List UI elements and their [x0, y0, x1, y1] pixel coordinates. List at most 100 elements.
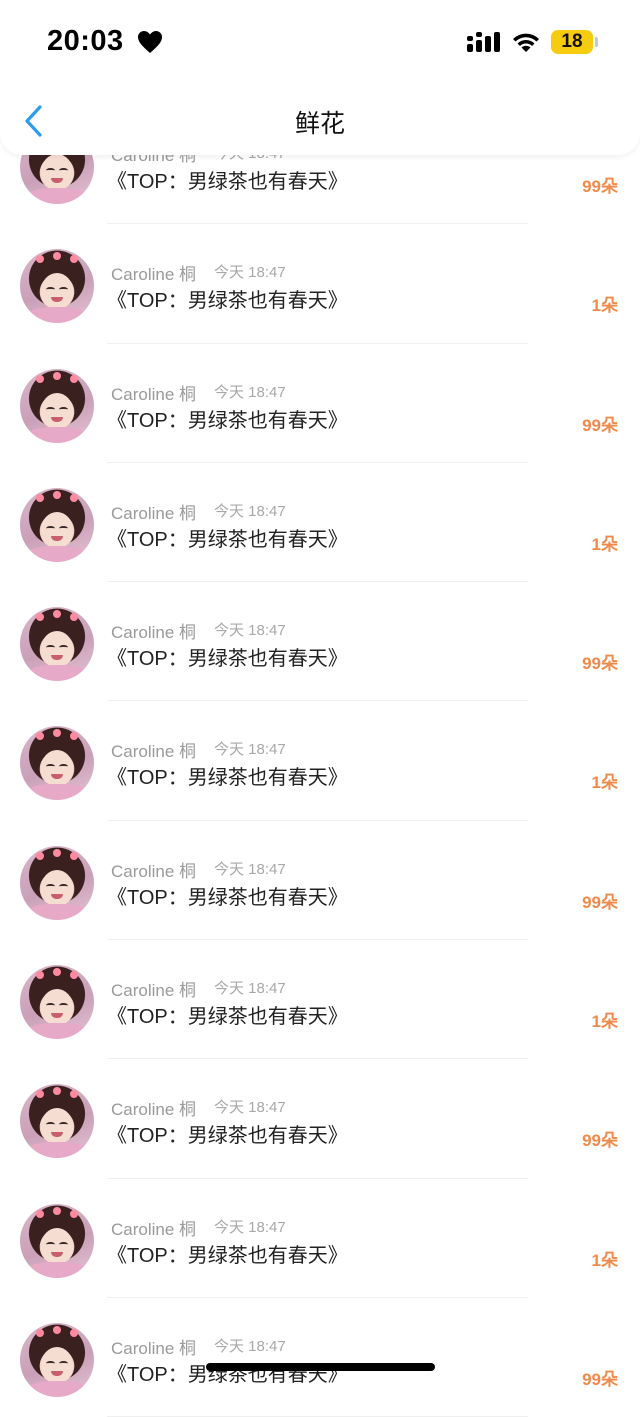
- signal-icon: [467, 32, 500, 52]
- flower-count: 1朵: [591, 773, 618, 793]
- heart-decoration: [70, 971, 78, 980]
- heart-decoration: [70, 1209, 78, 1218]
- user-name[interactable]: Caroline 桐: [111, 1334, 196, 1359]
- avatar-eye: [59, 645, 68, 650]
- avatar[interactable]: [20, 607, 94, 682]
- avatar-shirt: [26, 665, 88, 682]
- list-item[interactable]: Caroline 桐 今天 18:47 《TOP：男绿茶也有春天》 99朵: [0, 344, 640, 463]
- flower-count: 1朵: [591, 1250, 618, 1270]
- list-item[interactable]: Caroline 桐 今天 18:47 《TOP：男绿茶也有春天》 1朵: [0, 463, 640, 583]
- flower-count: 99朵: [582, 177, 618, 196]
- avatar-eye: [59, 883, 68, 889]
- heart-decoration: [70, 732, 78, 741]
- list-item[interactable]: Caroline 桐 今天 18:47 《TOP：男绿茶也有春天》 1朵: [0, 224, 640, 344]
- user-name[interactable]: Caroline 桐: [111, 1095, 196, 1120]
- user-name[interactable]: Caroline 桐: [111, 618, 196, 643]
- avatar[interactable]: [20, 1322, 94, 1397]
- avatar-eye: [46, 168, 55, 173]
- avatar-eye: [59, 525, 68, 531]
- heart-decoration: [70, 1090, 78, 1099]
- avatar-mouth: [51, 1132, 63, 1138]
- avatar-face: [41, 1346, 73, 1383]
- avatar-shirt: [26, 1380, 88, 1397]
- user-name[interactable]: Caroline 桐: [111, 260, 196, 285]
- avatar-mouth: [51, 774, 63, 780]
- user-name[interactable]: Caroline 桐: [111, 380, 196, 405]
- avatar-eye: [46, 1003, 55, 1008]
- user-name[interactable]: Caroline 桐: [111, 737, 196, 762]
- avatar[interactable]: [20, 726, 94, 801]
- avatar-face: [41, 392, 73, 429]
- flower-count: 1朵: [591, 1012, 618, 1032]
- flower-count: 1朵: [591, 534, 618, 554]
- avatar[interactable]: [20, 1084, 94, 1159]
- user-name[interactable]: Caroline 桐: [111, 976, 196, 1001]
- heart-icon: [138, 31, 162, 53]
- list-item[interactable]: Caroline 桐 今天 18:47 《TOP：男绿茶也有春天》 99朵: [0, 1298, 640, 1417]
- avatar[interactable]: [20, 487, 94, 562]
- avatar-eye: [46, 1122, 55, 1127]
- heart-decoration: [36, 255, 44, 264]
- work-title: 《TOP：男绿茶也有春天》: [107, 767, 348, 790]
- avatar-eye: [46, 645, 55, 650]
- status-time: 20:03: [47, 25, 124, 57]
- avatar-face: [41, 631, 73, 668]
- heart-decoration: [53, 968, 61, 977]
- user-name[interactable]: Caroline 桐: [111, 499, 196, 524]
- avatar-mouth: [51, 535, 63, 541]
- avatar[interactable]: [20, 368, 94, 443]
- heart-decoration: [36, 1090, 44, 1099]
- wifi-icon: [513, 33, 539, 52]
- heart-decoration: [53, 252, 61, 261]
- avatar-eye: [46, 883, 55, 889]
- list-item[interactable]: Caroline 桐 今天 18:47 《TOP：男绿茶也有春天》 1朵: [0, 940, 640, 1060]
- avatar-mouth: [51, 1370, 63, 1376]
- heart-decoration: [36, 613, 44, 622]
- work-title: 《TOP：男绿茶也有春天》: [107, 171, 348, 193]
- nav-bar: 鲜花: [0, 88, 640, 155]
- list-item[interactable]: Caroline 桐 今天 18:47 《TOP：男绿茶也有春天》 1朵: [0, 701, 640, 821]
- avatar[interactable]: [20, 965, 94, 1040]
- avatar-mouth: [51, 178, 63, 183]
- avatar[interactable]: [20, 1203, 94, 1278]
- heart-decoration: [36, 851, 44, 860]
- heart-decoration: [53, 610, 61, 619]
- heart-decoration: [36, 493, 44, 502]
- list-item[interactable]: Caroline 桐 今天 18:47 《TOP：男绿茶也有春天》 99朵: [0, 582, 640, 702]
- list-item[interactable]: Caroline 桐 今天 18:47 《TOP：男绿茶也有春天》 1朵: [0, 1179, 640, 1298]
- avatar-face: [41, 154, 73, 190]
- avatar-shirt: [26, 903, 88, 920]
- avatar[interactable]: [20, 845, 94, 920]
- user-name[interactable]: Caroline 桐: [111, 857, 196, 882]
- heart-decoration: [70, 493, 78, 502]
- flower-list: Caroline 桐 今天 18:47 《TOP：男绿茶也有春天》 99朵 Ca…: [0, 105, 640, 1417]
- avatar-face: [41, 869, 73, 906]
- avatar-shirt: [26, 188, 88, 204]
- work-title: 《TOP：男绿茶也有春天》: [107, 1006, 348, 1029]
- avatar-mouth: [51, 1013, 63, 1019]
- heart-decoration: [70, 374, 78, 383]
- avatar[interactable]: [20, 249, 94, 324]
- timestamp: 今天 18:47: [214, 502, 286, 520]
- avatar-eye: [46, 1360, 55, 1366]
- avatar-face: [41, 1227, 73, 1264]
- page-title: 鲜花: [294, 110, 345, 138]
- avatar-eye: [46, 764, 55, 769]
- heart-decoration: [70, 851, 78, 860]
- avatar-face: [41, 273, 73, 310]
- battery-cap: [595, 37, 598, 47]
- battery-icon: 18: [551, 30, 593, 54]
- work-title: 《TOP：男绿茶也有春天》: [107, 409, 348, 432]
- avatar-eye: [59, 764, 68, 769]
- heart-decoration: [53, 1087, 61, 1096]
- timestamp: 今天 18:47: [214, 741, 286, 759]
- battery-level: 18: [561, 31, 583, 52]
- user-name[interactable]: Caroline 桐: [111, 1215, 196, 1240]
- list-item[interactable]: Caroline 桐 今天 18:47 《TOP：男绿茶也有春天》 99朵: [0, 821, 640, 941]
- avatar-eye: [59, 1360, 68, 1366]
- avatar-mouth: [51, 297, 63, 303]
- avatar-eye: [59, 168, 68, 173]
- avatar-face: [41, 511, 73, 548]
- list-item[interactable]: Caroline 桐 今天 18:47 《TOP：男绿茶也有春天》 99朵: [0, 1059, 640, 1179]
- avatar-eye: [46, 525, 55, 531]
